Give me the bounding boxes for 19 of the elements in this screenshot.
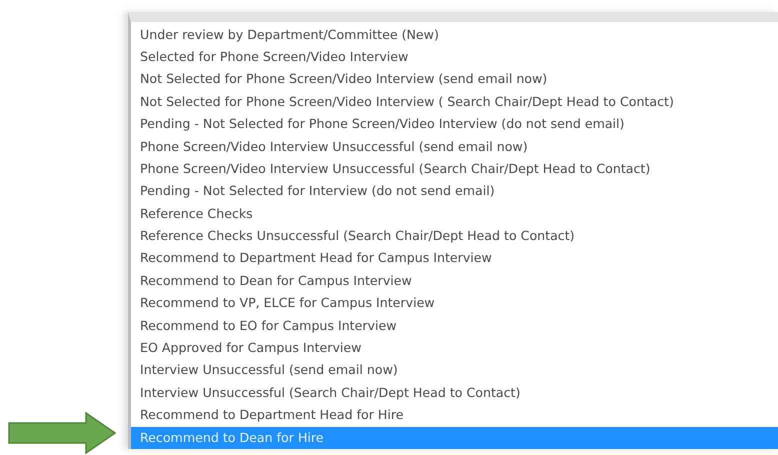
dropdown-option[interactable]: Recommend to Department Head for Hire <box>131 404 778 427</box>
dropdown-option[interactable]: Not Selected for Phone Screen/Video Interview ( Search Chair/Dept Head to Contact) <box>131 90 778 114</box>
dropdown-option[interactable]: Under review by Department/Committee (New) <box>131 24 778 46</box>
dropdown-option[interactable]: Recommend to EO for Campus Interview <box>131 314 778 338</box>
dropdown-option[interactable]: Phone Screen/Video Interview Unsuccessful (send email now) <box>131 136 778 158</box>
dropdown-option[interactable]: Interview Unsuccessful (Search Chair/Dept Head to Contact) <box>131 382 778 404</box>
dropdown-option[interactable]: Recommend to Department Head for Campus Interview <box>131 247 778 270</box>
dropdown-option[interactable]: Recommend to Dean for Campus Interview <box>131 270 778 292</box>
dropdown-option[interactable]: Recommend to VP, ELCE for Campus Interview <box>131 292 778 315</box>
dropdown-option[interactable]: Phone Screen/Video Interview Unsuccessful (Search Chair/Dept Head to Contact) <box>131 158 778 180</box>
dropdown-option[interactable]: Reference Checks Unsuccessful (Search Chair/Dept Head to Contact) <box>131 225 778 248</box>
dropdown-option[interactable]: Reference Checks <box>131 202 778 226</box>
dropdown-list[interactable] <box>128 12 778 449</box>
dropdown-option[interactable]: Selected for Phone Screen/Video Interview <box>131 46 778 68</box>
dropdown-option[interactable]: Interview Unsuccessful (send email now) <box>131 359 778 382</box>
dropdown-option[interactable]: Pending - Not Selected for Phone Screen/Video Interview (do not send email) <box>131 113 778 136</box>
dropdown-option[interactable]: Not Selected for Phone Screen/Video Interview (send email now) <box>131 68 778 91</box>
dropdown-option[interactable]: Pending - Not Selected for Interview (do not send email) <box>131 180 778 203</box>
dropdown-option[interactable]: EO Approved for Campus Interview <box>131 337 778 360</box>
